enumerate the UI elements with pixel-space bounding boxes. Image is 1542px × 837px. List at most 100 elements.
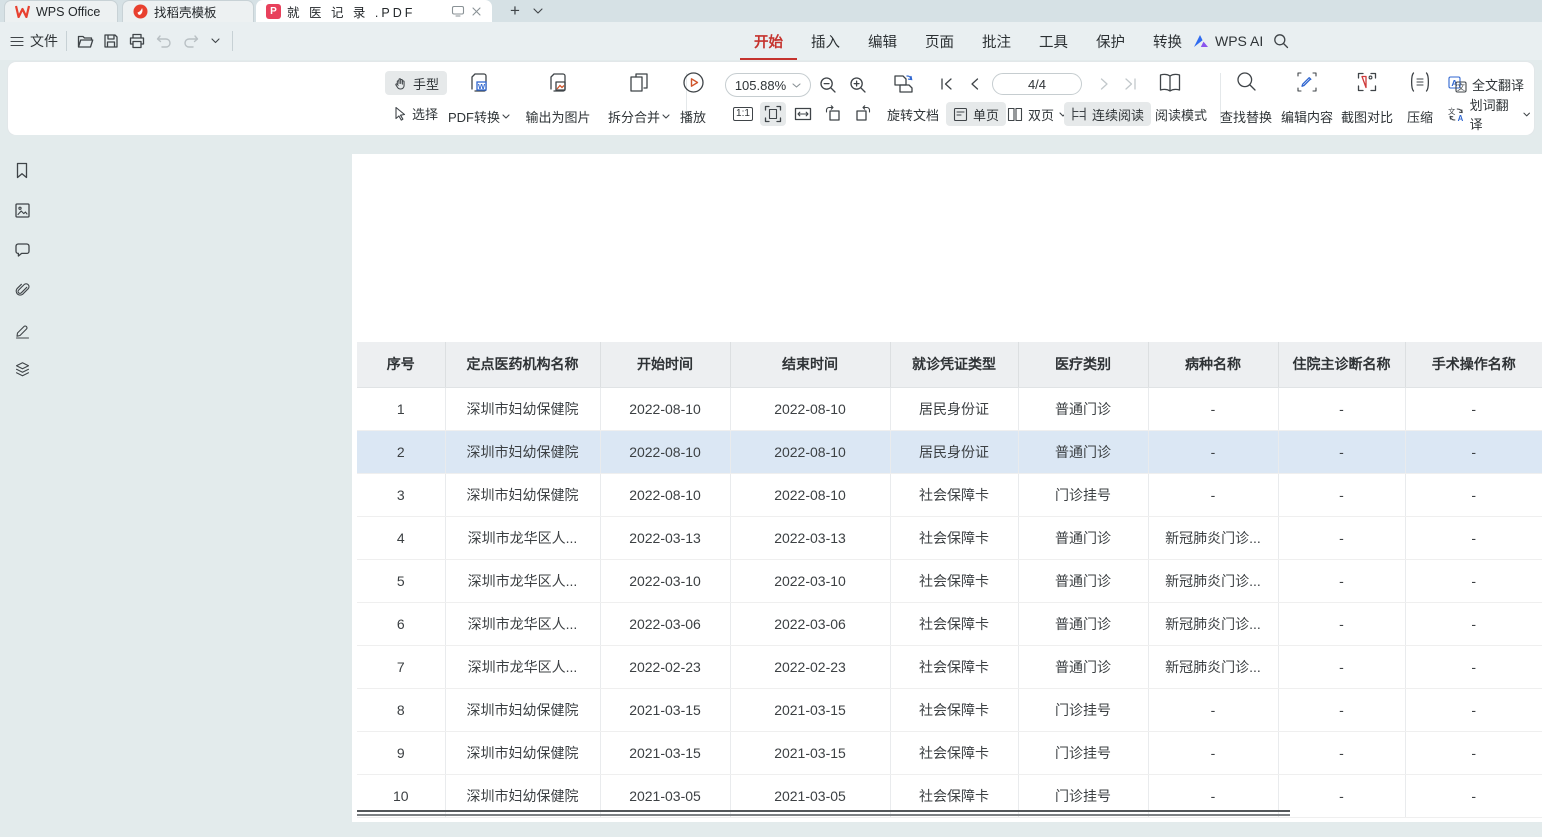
zoom-in-button[interactable] — [846, 73, 870, 97]
word-translate-button[interactable]: 文 A 划词翻译 — [1444, 102, 1534, 126]
table-cell: - — [1148, 473, 1278, 516]
screenshot-compare-icon — [1356, 71, 1378, 93]
table-cell: 新冠肺炎门诊... — [1148, 516, 1278, 559]
layers-icon — [14, 361, 31, 378]
table-row: 4深圳市龙华区人...2022-03-132022-03-13社会保障卡普通门诊… — [357, 516, 1542, 559]
page-number-input[interactable] — [992, 73, 1082, 95]
first-page-button[interactable] — [936, 74, 956, 94]
undo-button[interactable] — [153, 30, 175, 52]
menu-item-home[interactable]: 开始 — [740, 22, 797, 60]
select-tool-button[interactable]: 选择 — [385, 101, 446, 125]
table-header-cell: 开始时间 — [600, 342, 730, 387]
table-cell: 4 — [357, 516, 445, 559]
read-mode-button[interactable] — [1156, 70, 1184, 96]
ribbon-menus: 开始 插入 编辑 页面 批注 工具 保护 转换 — [740, 22, 1196, 60]
chevron-down-icon — [211, 38, 220, 44]
search-icon — [1273, 33, 1289, 49]
swap-pages-button[interactable] — [888, 70, 918, 98]
zoom-level-value: 105.88% — [735, 78, 786, 93]
layers-panel-button[interactable] — [13, 360, 31, 378]
table-row: 5深圳市龙华区人...2022-03-102022-03-10社会保障卡普通门诊… — [357, 559, 1542, 602]
table-cell: 2022-03-13 — [600, 516, 730, 559]
pdf-convert-button[interactable]: W PDF转换 — [440, 71, 518, 126]
signature-panel-button[interactable] — [13, 321, 31, 339]
attachments-panel-button[interactable] — [13, 281, 31, 299]
split-merge-button[interactable]: 拆分合并 — [600, 71, 678, 126]
redo-icon — [183, 34, 199, 48]
thumbnails-icon — [14, 202, 31, 219]
table-cell: - — [1405, 645, 1542, 688]
table-bottom-scrollbar[interactable] — [357, 810, 1290, 816]
menu-item-edit[interactable]: 编辑 — [854, 22, 911, 60]
svg-text:W: W — [478, 82, 486, 91]
rotate-left-button[interactable] — [820, 102, 846, 126]
next-page-button[interactable] — [1094, 74, 1114, 94]
compress-button[interactable]: 压缩 — [1399, 71, 1441, 126]
actual-size-button[interactable]: 1:1 — [730, 102, 756, 126]
menu-item-protect[interactable]: 保护 — [1082, 22, 1139, 60]
document-canvas: 序号定点医药机构名称开始时间结束时间就诊凭证类型医疗类别病种名称住院主诊断名称手… — [0, 135, 1542, 837]
file-menu-label: 文件 — [30, 31, 58, 51]
hand-tool-button[interactable]: 手型 — [385, 71, 447, 95]
tab-list-chevron[interactable] — [528, 0, 548, 22]
single-page-button[interactable]: 单页 — [946, 102, 1006, 126]
save-button[interactable] — [100, 30, 122, 52]
menu-item-annotate[interactable]: 批注 — [968, 22, 1025, 60]
last-page-button[interactable] — [1120, 74, 1140, 94]
menu-item-insert[interactable]: 插入 — [797, 22, 854, 60]
tab-label: 就 医 记 录 .PDF — [287, 2, 415, 21]
menu-item-page[interactable]: 页面 — [911, 22, 968, 60]
select-tool-label: 选择 — [412, 104, 438, 123]
table-cell: 门诊挂号 — [1018, 688, 1148, 731]
table-header-row: 序号定点医药机构名称开始时间结束时间就诊凭证类型医疗类别病种名称住院主诊断名称手… — [357, 342, 1542, 387]
table-cell: 3 — [357, 473, 445, 516]
redo-button[interactable] — [180, 30, 202, 52]
svg-text:A: A — [1458, 113, 1464, 122]
thumbnails-panel-button[interactable] — [13, 201, 31, 219]
table-cell: 2022-02-23 — [730, 645, 890, 688]
rotate-doc-label[interactable]: 旋转文档 — [880, 102, 946, 126]
screenshot-compare-button[interactable]: 截图对比 — [1334, 71, 1400, 126]
close-tab-icon[interactable] — [471, 6, 482, 17]
wps-logo-icon — [15, 5, 30, 18]
export-image-button[interactable]: 输出为图片 — [516, 71, 600, 126]
find-replace-button[interactable]: 查找替换 — [1213, 71, 1279, 126]
quickbar-more-button[interactable] — [207, 30, 223, 52]
tab-docer-templates[interactable]: 找稻壳模板 — [122, 0, 254, 22]
table-cell: 6 — [357, 602, 445, 645]
chevron-down-icon — [662, 114, 670, 119]
fit-width-button[interactable] — [790, 102, 816, 126]
full-translate-button[interactable]: A 文 全文翻译 — [1444, 72, 1528, 96]
print-button[interactable] — [126, 30, 148, 52]
tab-active-document[interactable]: P 就 医 记 录 .PDF — [256, 0, 492, 22]
table-cell: - — [1148, 430, 1278, 473]
file-menu-button[interactable]: 文件 — [10, 29, 58, 53]
bookmark-panel-button[interactable] — [13, 161, 31, 179]
table-row: 6深圳市龙华区人...2022-03-062022-03-06社会保障卡普通门诊… — [357, 602, 1542, 645]
zoom-level-select[interactable]: 105.88% — [725, 73, 811, 97]
new-tab-button[interactable]: + — [503, 0, 527, 22]
global-search-button[interactable] — [1270, 30, 1292, 52]
window-tab-bar: WPS Office 找稻壳模板 P 就 医 记 录 .PDF + — [0, 0, 1542, 22]
table-header-cell: 医疗类别 — [1018, 342, 1148, 387]
fit-page-button[interactable] — [760, 102, 786, 126]
table-cell: - — [1405, 731, 1542, 774]
play-button[interactable]: 播放 — [671, 71, 715, 126]
table-cell: 社会保障卡 — [890, 602, 1018, 645]
rotate-right-button[interactable] — [850, 102, 876, 126]
edit-content-button[interactable]: 编辑内容 — [1274, 71, 1340, 126]
wps-ai-button[interactable]: WPS AI — [1193, 22, 1263, 60]
table-cell: 深圳市妇幼保健院 — [445, 473, 600, 516]
previous-page-button[interactable] — [964, 74, 984, 94]
continuous-read-button[interactable]: 连续阅读 — [1064, 102, 1151, 126]
tab-wps-home[interactable]: WPS Office — [4, 0, 118, 22]
menu-item-convert[interactable]: 转换 — [1139, 22, 1196, 60]
zoom-out-button[interactable] — [816, 73, 840, 97]
table-cell: 门诊挂号 — [1018, 731, 1148, 774]
comments-panel-button[interactable] — [13, 241, 31, 259]
read-mode-label[interactable]: 阅读模式 — [1148, 102, 1214, 126]
menu-item-tools[interactable]: 工具 — [1025, 22, 1082, 60]
double-page-button[interactable]: 双页 — [1000, 102, 1074, 126]
signature-pen-icon — [14, 322, 31, 339]
open-file-button[interactable] — [74, 30, 96, 52]
